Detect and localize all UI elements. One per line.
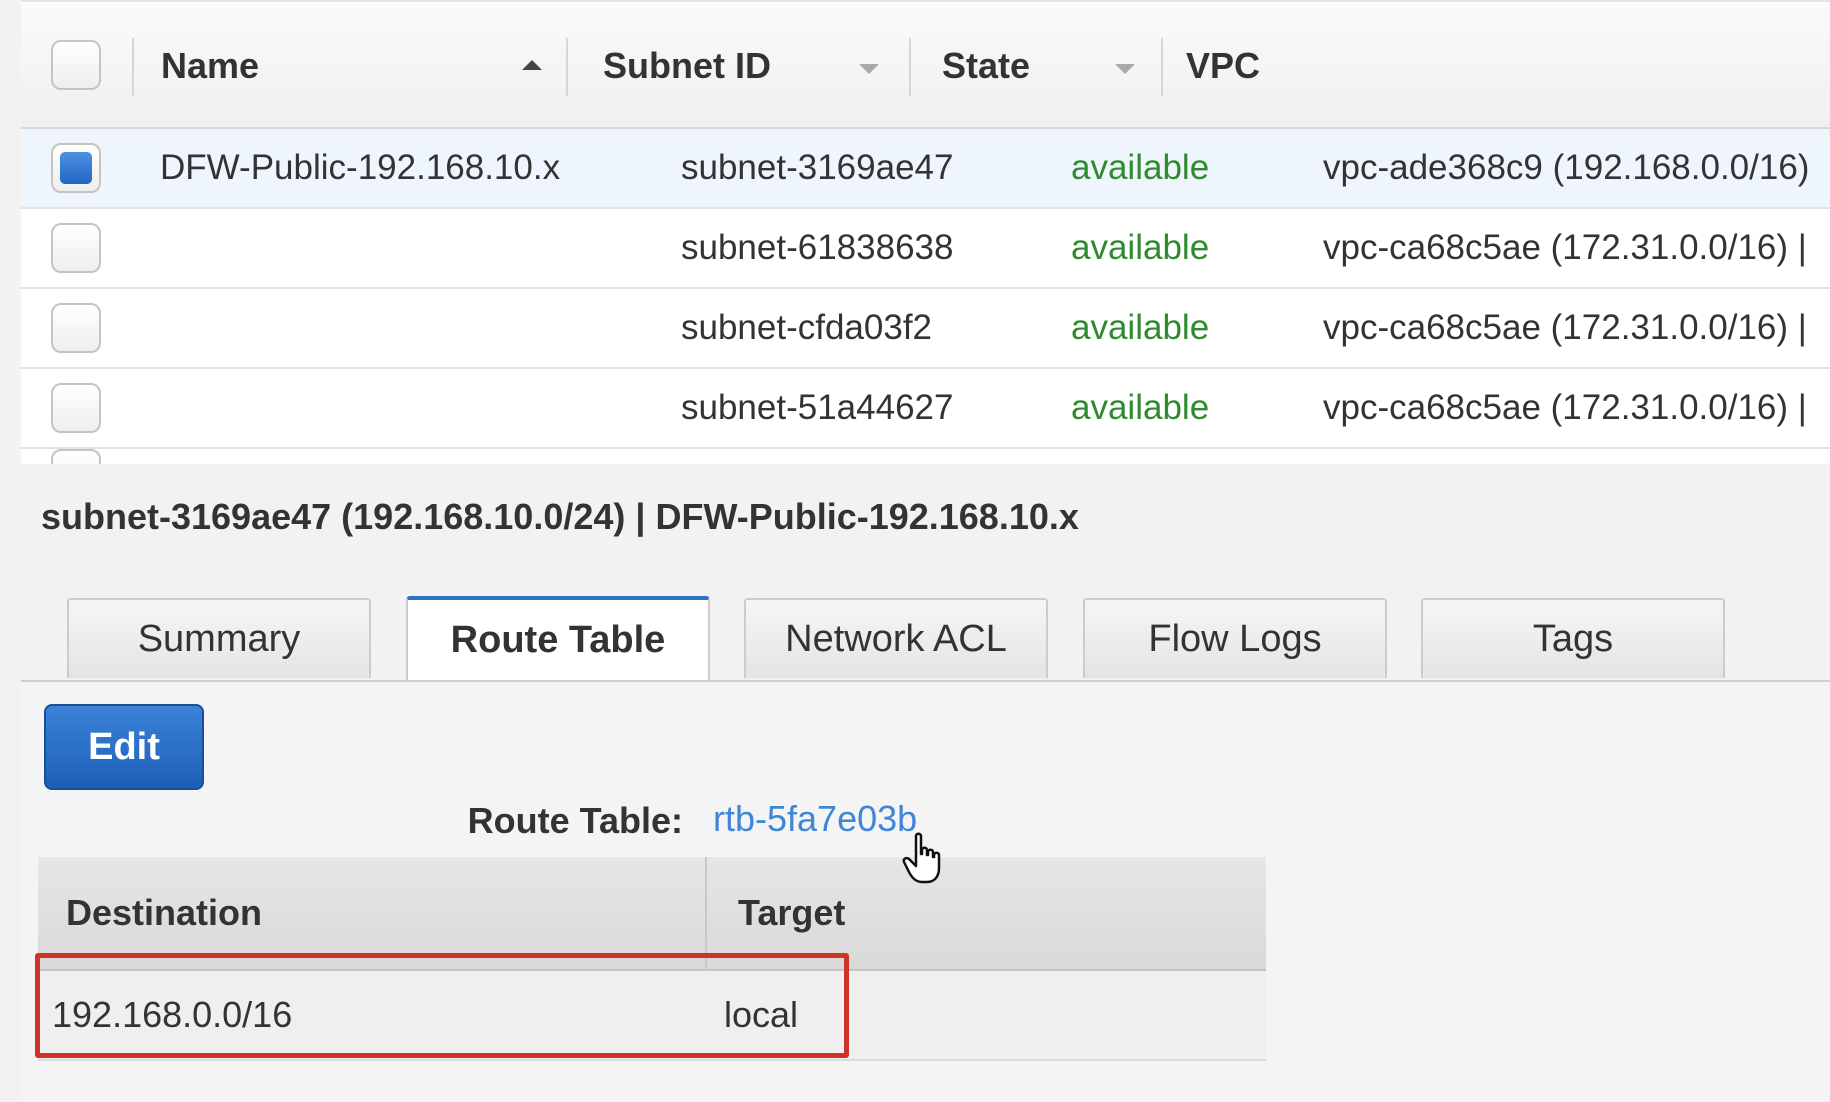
route-table-link[interactable]: rtb-5fa7e03b — [713, 798, 917, 840]
column-header-name[interactable]: Name — [161, 4, 259, 127]
subnet-vpc: vpc-ade368c9 (192.168.0.0/16) — [1323, 148, 1810, 187]
edit-button[interactable]: Edit — [44, 704, 204, 790]
subnet-vpc: vpc-ca68c5ae (172.31.0.0/16) | — [1323, 228, 1807, 267]
subnet-id: subnet-3169ae47 — [681, 148, 954, 187]
sort-menu-icon[interactable] — [1115, 64, 1135, 74]
row-checkbox[interactable] — [51, 383, 101, 433]
tab-network-acl[interactable]: Network ACL — [744, 598, 1048, 678]
row-checkbox[interactable] — [51, 143, 101, 193]
column-divider — [705, 857, 707, 969]
table-row: 192.168.0.0/16 local — [38, 971, 1266, 1061]
column-header-state[interactable]: State — [942, 4, 1030, 127]
subnet-state: available — [1071, 228, 1210, 267]
detail-tabs: Summary Route Table Network ACL Flow Log… — [21, 596, 1830, 682]
subnet-id: subnet-cfda03f2 — [681, 308, 933, 347]
subnet-id: subnet-61838638 — [681, 228, 954, 267]
subnet-state: available — [1071, 148, 1210, 187]
hand-pointer-icon — [902, 832, 946, 891]
table-header: Name Subnet ID State VPC — [21, 4, 1830, 129]
column-header-vpc[interactable]: VPC — [1186, 4, 1260, 127]
select-all-checkbox[interactable] — [51, 40, 101, 90]
subnet-list-table: Name Subnet ID State VPC DFW-Public-192.… — [21, 0, 1830, 464]
tab-tags[interactable]: Tags — [1421, 598, 1725, 678]
column-header-destination: Destination — [66, 892, 263, 933]
routes-table: Destination Target 192.168.0.0/16 local — [38, 857, 1266, 1061]
sort-menu-icon[interactable] — [859, 64, 879, 74]
column-divider — [566, 38, 568, 96]
row-checkbox[interactable] — [51, 303, 101, 353]
route-destination: 192.168.0.0/16 — [52, 994, 293, 1035]
table-row[interactable]: subnet-61838638 available vpc-ca68c5ae (… — [21, 209, 1830, 289]
row-checkbox[interactable] — [51, 223, 101, 273]
route-target: local — [724, 994, 799, 1035]
routes-table-header: Destination Target — [38, 857, 1266, 971]
subnet-vpc: vpc-ca68c5ae (172.31.0.0/16) | — [1323, 308, 1807, 347]
subnet-name: DFW-Public-192.168.10.x — [160, 148, 561, 187]
subnet-state: available — [1071, 388, 1210, 427]
tab-summary[interactable]: Summary — [67, 598, 371, 678]
subnet-state: available — [1071, 308, 1210, 347]
table-row[interactable]: subnet-cfda03f2 available vpc-ca68c5ae (… — [21, 289, 1830, 369]
route-table-label: Route Table: — [467, 800, 683, 841]
row-checkbox[interactable] — [51, 449, 101, 464]
table-row[interactable]: DFW-Public-192.168.10.x subnet-3169ae47 … — [21, 129, 1830, 209]
subnet-vpc: vpc-ca68c5ae (172.31.0.0/16) | — [1323, 388, 1807, 427]
tab-flow-logs[interactable]: Flow Logs — [1083, 598, 1387, 678]
tab-route-table[interactable]: Route Table — [406, 596, 710, 680]
column-header-target: Target — [738, 892, 846, 933]
column-header-subnet-id[interactable]: Subnet ID — [603, 4, 771, 127]
column-divider — [909, 38, 911, 96]
detail-title: subnet-3169ae47 (192.168.10.0/24) | DFW-… — [41, 496, 1079, 537]
table-row[interactable]: subnet-51a44627 available vpc-ca68c5ae (… — [21, 369, 1830, 449]
column-divider — [132, 38, 134, 96]
column-divider — [1161, 38, 1163, 96]
sort-ascending-icon[interactable] — [522, 60, 542, 70]
subnet-id: subnet-51a44627 — [681, 388, 954, 427]
